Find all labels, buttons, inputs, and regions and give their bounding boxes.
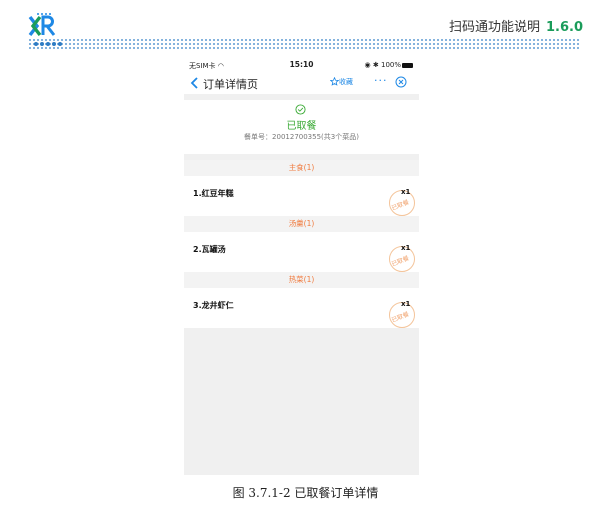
close-icon[interactable] [395, 76, 407, 88]
bluetooth-icon: ✱ [372, 61, 379, 69]
list-item: 3.龙井虾仁 已取餐 x1 [184, 288, 419, 328]
item-name: 1.红豆年糕 [193, 189, 234, 198]
nav-bar: 订单详情页 收藏 ··· [184, 72, 419, 94]
dotted-divider [28, 38, 580, 50]
page-title: 订单详情页 [203, 78, 258, 91]
check-circle-icon [295, 104, 306, 115]
favorite-button[interactable]: 收藏 [329, 76, 353, 87]
star-icon [329, 76, 340, 86]
order-number: 餐单号：20012700355(共3个菜品) [244, 133, 359, 141]
document-title: 扫码通功能说明 1.6.0 [449, 16, 583, 35]
item-name: 3.龙井虾仁 [193, 301, 234, 310]
item-quantity: x1 [401, 300, 411, 308]
phone-screenshot: 无SIM卡 ◠ 15:10 ◉ ✱ 100% 订单详情页 收藏 ··· 已取餐 … [184, 58, 419, 475]
favorite-label: 收藏 [339, 78, 353, 86]
order-status: 已取餐 [286, 121, 317, 132]
category-header: 主食(1) [184, 160, 419, 176]
order-status-card: 已取餐 餐单号：20012700355(共3个菜品) [184, 100, 419, 154]
battery-percent: 100% [380, 61, 401, 69]
battery-icon [402, 62, 413, 68]
back-arrow-icon[interactable] [189, 76, 201, 90]
category-header: 汤羹(1) [184, 216, 419, 232]
xr-logo [28, 13, 56, 37]
list-item: 2.瓦罐汤 已取餐 x1 [184, 232, 419, 272]
item-quantity: x1 [401, 244, 411, 252]
alarm-icon: ◉ [364, 61, 371, 69]
status-right: ◉ ✱ 100% [365, 61, 413, 69]
status-bar: 无SIM卡 ◠ 15:10 ◉ ✱ 100% [184, 58, 419, 72]
list-item: 1.红豆年糕 已取餐 x1 [184, 176, 419, 216]
item-name: 2.瓦罐汤 [193, 245, 226, 254]
item-quantity: x1 [401, 188, 411, 196]
figure-caption: 图 3.7.1-2 已取餐订单详情 [232, 486, 379, 500]
more-button[interactable]: ··· [374, 74, 388, 87]
doc-title-text: 扫码通功能说明 [448, 20, 540, 35]
version-number: 1.6.0 [545, 20, 583, 35]
category-header: 热菜(1) [184, 272, 419, 288]
